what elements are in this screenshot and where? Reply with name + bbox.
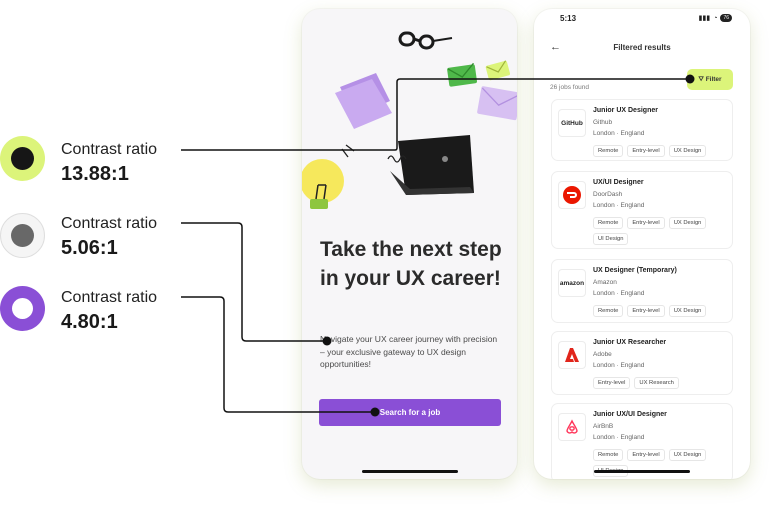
contrast-label: Contrast ratio xyxy=(61,289,158,306)
tag: UX Research xyxy=(634,377,679,389)
tag: Entry-level xyxy=(593,377,631,389)
tag-list: Entry-level UX Research xyxy=(593,377,731,389)
battery-icon: 76 xyxy=(720,14,732,22)
job-card[interactable]: UX/UI Designer DoorDash London · England… xyxy=(551,171,733,249)
contrast-swatch-purple xyxy=(0,286,45,331)
filter-label: Filter xyxy=(705,76,722,83)
folder-icon xyxy=(335,73,392,129)
job-title: UX/UI Designer xyxy=(593,179,644,186)
job-card[interactable]: Junior UX Researcher Adobe London · Engl… xyxy=(551,331,733,395)
status-icons: ▮▮▮ ◔ 76 xyxy=(699,14,732,22)
contrast-swatch-dark xyxy=(0,136,45,181)
contrast-label: Contrast ratio xyxy=(61,141,158,158)
tag: UX Design xyxy=(668,145,707,157)
lightbulb-icon xyxy=(302,144,355,209)
filter-button[interactable]: ⛛ Filter xyxy=(687,69,733,90)
job-title: UX Designer (Temporary) xyxy=(593,267,677,274)
search-job-button[interactable]: Search for a job xyxy=(319,399,501,426)
tag: Entry-level xyxy=(627,145,665,157)
job-company: AirBnB xyxy=(593,423,614,430)
job-company: Adobe xyxy=(593,351,612,358)
envelope-icon xyxy=(485,60,510,81)
contrast-value: 13.88:1 xyxy=(61,163,129,185)
job-title: Junior UX/UI Designer xyxy=(593,411,667,418)
job-title: Junior UX Designer xyxy=(593,107,658,114)
jobs-count: 26 jobs found xyxy=(550,84,590,91)
job-location: London · England xyxy=(593,130,645,137)
glasses-icon xyxy=(398,31,453,50)
github-logo: GitHub xyxy=(558,109,586,137)
page-title: Take the next step in your UX career! xyxy=(320,238,502,290)
doordash-logo xyxy=(558,181,586,209)
job-company: Github xyxy=(593,119,613,126)
tag: Entry-level xyxy=(627,217,665,229)
amazon-logo: amazon xyxy=(558,269,586,297)
job-company: Amazon xyxy=(593,279,617,286)
contrast-value: 4.80:1 xyxy=(61,311,118,333)
tag-list: Remote Entry-level UX Design xyxy=(593,145,731,157)
signal-icon: ▮▮▮ xyxy=(698,15,711,22)
job-location: London · England xyxy=(593,202,645,209)
tag-list: Remote Entry-level UX Design xyxy=(593,305,731,317)
home-indicator xyxy=(594,470,690,473)
wifi-icon: ◔ xyxy=(713,14,718,22)
contrast-legend-item-2: Contrast ratio 5.06:1 xyxy=(0,211,190,271)
tag: Remote xyxy=(593,145,624,157)
contrast-value: 5.06:1 xyxy=(61,237,118,259)
tag: Entry-level xyxy=(627,449,665,461)
contrast-legend-item-1: Contrast ratio 13.88:1 xyxy=(0,134,190,194)
job-title: Junior UX Researcher xyxy=(593,339,667,346)
laptop-icon xyxy=(390,135,474,195)
welcome-screen: Take the next step in your UX career! Na… xyxy=(302,9,517,479)
page-description: Navigate your UX career journey with pre… xyxy=(320,334,498,369)
tag-list: Remote Entry-level UX Design UI Design xyxy=(593,217,731,245)
airbnb-logo xyxy=(558,413,586,441)
tag: Entry-level xyxy=(627,305,665,317)
job-location: London · England xyxy=(593,290,645,297)
adobe-logo xyxy=(558,341,586,369)
tag: UX Design xyxy=(668,217,707,229)
home-indicator xyxy=(361,470,458,473)
filter-icon: ⛛ xyxy=(698,76,704,83)
tag: Remote xyxy=(593,305,624,317)
filtered-results-screen: 5:13 ▮▮▮ ◔ 76 ← Filtered results ⛛ Filte… xyxy=(534,9,750,479)
job-card[interactable]: Junior UX/UI Designer AirBnB London · En… xyxy=(551,403,733,479)
job-card[interactable]: amazon UX Designer (Temporary) Amazon Lo… xyxy=(551,259,733,323)
contrast-swatch-gray xyxy=(0,213,45,258)
tag: Remote xyxy=(593,217,624,229)
status-time: 5:13 xyxy=(560,14,577,23)
hero-illustration xyxy=(302,31,517,209)
job-company: DoorDash xyxy=(593,191,623,198)
job-location: London · England xyxy=(593,434,645,441)
envelope-icon xyxy=(477,86,517,121)
tag: UX Design xyxy=(668,305,707,317)
contrast-legend-item-3: Contrast ratio 4.80:1 xyxy=(0,285,190,345)
tag: Remote xyxy=(593,449,624,461)
envelope-icon xyxy=(447,62,477,87)
tag: UI Design xyxy=(593,233,629,245)
job-location: London · England xyxy=(593,362,645,369)
screen-title: Filtered results xyxy=(613,43,671,52)
job-card[interactable]: GitHub Junior UX Designer Github London … xyxy=(551,99,733,161)
contrast-label: Contrast ratio xyxy=(61,215,158,232)
tag: UX Design xyxy=(668,449,707,461)
